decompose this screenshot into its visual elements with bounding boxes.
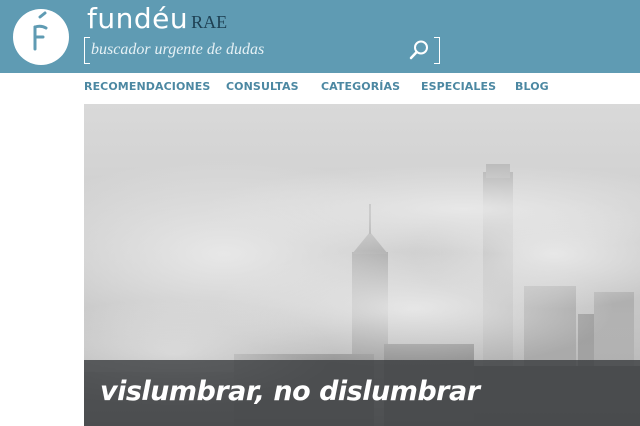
- nav-item-especiales[interactable]: ESPECIALES: [421, 80, 496, 93]
- magnifier-icon: [409, 40, 428, 60]
- search-box: [84, 37, 440, 64]
- nav-item-categorias[interactable]: CATEGORÍAS: [321, 80, 400, 93]
- logo-link[interactable]: [13, 9, 69, 65]
- featured-article[interactable]: vislumbrar, no dislumbrar: [84, 104, 640, 426]
- article-title[interactable]: vislumbrar, no dislumbrar: [100, 376, 480, 407]
- nav-item-blog[interactable]: BLOG: [515, 80, 549, 93]
- site-header: fundéu RAE: [0, 0, 640, 73]
- brand-suffix: RAE: [191, 12, 228, 32]
- fundeu-logo-icon: [33, 11, 48, 51]
- search-bracket-right: [434, 37, 440, 64]
- search-bracket-left: [84, 37, 90, 64]
- search-input[interactable]: [91, 39, 401, 61]
- brand-name: fundéu: [87, 2, 189, 35]
- brand-wordmark[interactable]: fundéu RAE: [87, 2, 227, 38]
- article-caption: vislumbrar, no dislumbrar: [84, 360, 640, 426]
- nav-item-recomendaciones[interactable]: RECOMENDACIONES: [84, 80, 210, 93]
- search-button[interactable]: [408, 39, 430, 61]
- nav-item-consultas[interactable]: CONSULTAS: [226, 80, 299, 93]
